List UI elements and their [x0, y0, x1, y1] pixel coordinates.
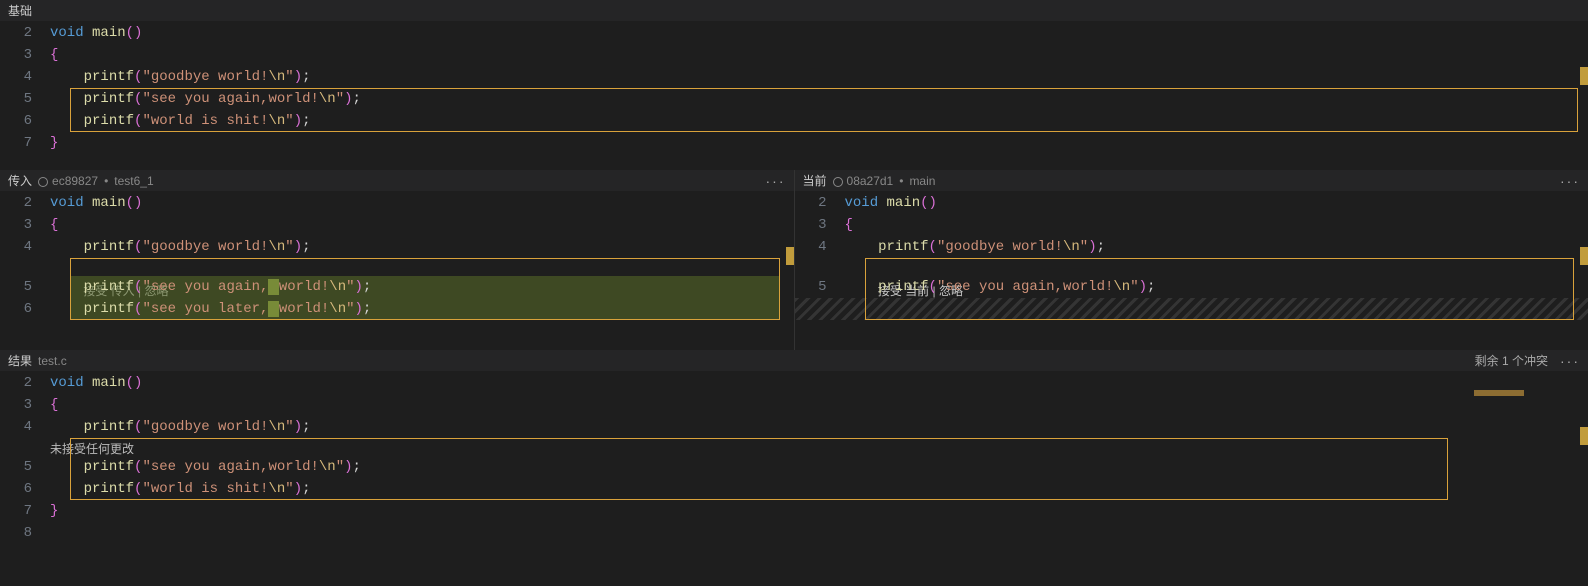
conflict-actions: 接受 当前 | 忽略	[845, 258, 1588, 276]
code-line: {	[50, 44, 1588, 66]
code-line: printf("goodbye world!\n");	[845, 236, 1588, 258]
incoming-commit: ec89827	[52, 174, 98, 188]
code-line: void main()	[845, 192, 1588, 214]
line-number: 2	[0, 372, 50, 394]
code-line: void main()	[50, 192, 794, 214]
conflict-actions: 接受 传入 | 忽略	[50, 258, 794, 276]
code-line: printf("see you later, world!\n");	[50, 298, 794, 320]
sep-dot: •	[98, 174, 114, 188]
line-number: 2	[795, 192, 845, 214]
diff-word	[268, 301, 278, 317]
overview-mark	[1580, 67, 1588, 85]
base-pane: 基础 2 void main() 3 { 4 printf("goodbye w…	[0, 0, 1588, 170]
code-line: printf("see you again,world!\n");	[50, 88, 1588, 110]
result-editor[interactable]: 2 void main() 3 { 4 printf("goodbye worl…	[0, 372, 1588, 564]
line-number: 3	[0, 214, 50, 236]
deleted-placeholder	[795, 298, 1588, 320]
commit-icon	[833, 177, 843, 187]
current-commit: 08a27d1	[847, 174, 894, 188]
code-line: printf("see you again,world!\n");	[50, 456, 1588, 478]
commit-icon	[38, 177, 48, 187]
line-number: 5	[795, 276, 845, 298]
overview-mark	[1580, 247, 1588, 265]
line-number: 4	[795, 236, 845, 258]
line-number: 8	[0, 522, 50, 544]
code-line: {	[845, 214, 1588, 236]
line-number: 4	[0, 66, 50, 88]
code-line	[50, 522, 1588, 544]
minimap-mark	[1474, 390, 1524, 396]
incoming-title: 传入	[8, 172, 32, 189]
more-icon[interactable]: ···	[1560, 173, 1580, 189]
sep-dot: •	[893, 174, 909, 188]
more-icon[interactable]: ···	[766, 173, 786, 189]
result-pane: 结果 test.c 剩余 1 个冲突 ··· 2 void main() 3 {…	[0, 350, 1588, 564]
overview-ruler[interactable]	[784, 192, 794, 350]
result-filename: test.c	[38, 354, 67, 368]
line-number: 7	[0, 132, 50, 154]
diff-word	[268, 279, 278, 295]
line-number: 5	[0, 456, 50, 478]
code-line: printf("world is shit!\n");	[50, 478, 1588, 500]
base-editor[interactable]: 2 void main() 3 { 4 printf("goodbye worl…	[0, 22, 1588, 170]
remaining-conflicts: 剩余 1 个冲突	[1475, 352, 1548, 369]
result-header: 结果 test.c 剩余 1 个冲突 ···	[0, 350, 1588, 372]
code-line: printf("world is shit!\n");	[50, 110, 1588, 132]
code-line: void main()	[50, 372, 1588, 394]
incoming-editor[interactable]: 2 void main() 3 { 4 printf("goodbye worl…	[0, 192, 794, 350]
line-number: 4	[0, 236, 50, 258]
line-number: 2	[0, 192, 50, 214]
overview-mark	[1580, 427, 1588, 445]
overview-ruler[interactable]	[1578, 192, 1588, 350]
line-number: 5	[0, 88, 50, 110]
line-number: 6	[0, 478, 50, 500]
code-line: printf("goodbye world!\n");	[50, 66, 1588, 88]
line-number: 7	[0, 500, 50, 522]
code-line: void main()	[50, 22, 1588, 44]
current-editor[interactable]: 2 void main() 3 { 4 printf("goodbye worl…	[795, 192, 1588, 350]
compare-row: 传入 ec89827 • test6_1 ··· 2 void main() 3…	[0, 170, 1588, 350]
minimap[interactable]	[1468, 372, 1588, 564]
code-line: printf("see you again, world!\n");	[50, 276, 794, 298]
code-line: printf("see you again,world!\n");	[845, 276, 1588, 298]
line-number: 5	[0, 276, 50, 298]
no-changes-banner: 未接受任何更改	[50, 438, 1588, 456]
code-line: }	[50, 132, 1588, 154]
code-line: }	[50, 500, 1588, 522]
line-number: 3	[0, 44, 50, 66]
line-number: 4	[0, 416, 50, 438]
base-title: 基础	[8, 2, 32, 19]
overview-ruler[interactable]	[1578, 372, 1588, 564]
line-number: 3	[795, 214, 845, 236]
line-number: 3	[0, 394, 50, 416]
result-title: 结果	[8, 352, 32, 369]
current-branch: main	[909, 174, 935, 188]
current-title: 当前	[803, 172, 827, 189]
overview-ruler[interactable]	[1578, 22, 1588, 170]
code-line: printf("goodbye world!\n");	[50, 236, 794, 258]
code-line: {	[50, 394, 1588, 416]
incoming-header: 传入 ec89827 • test6_1 ···	[0, 170, 794, 192]
code-line: {	[50, 214, 794, 236]
incoming-pane: 传入 ec89827 • test6_1 ··· 2 void main() 3…	[0, 170, 795, 350]
current-header: 当前 08a27d1 • main ···	[795, 170, 1588, 192]
incoming-branch: test6_1	[114, 174, 153, 188]
line-number: 6	[0, 298, 50, 320]
overview-mark	[786, 247, 794, 265]
base-pane-header: 基础	[0, 0, 1588, 22]
code-line: printf("goodbye world!\n");	[50, 416, 1588, 438]
current-pane: 当前 08a27d1 • main ··· 2 void main() 3 { …	[795, 170, 1588, 350]
line-number: 2	[0, 22, 50, 44]
line-number: 6	[0, 110, 50, 132]
more-icon[interactable]: ···	[1560, 353, 1580, 369]
